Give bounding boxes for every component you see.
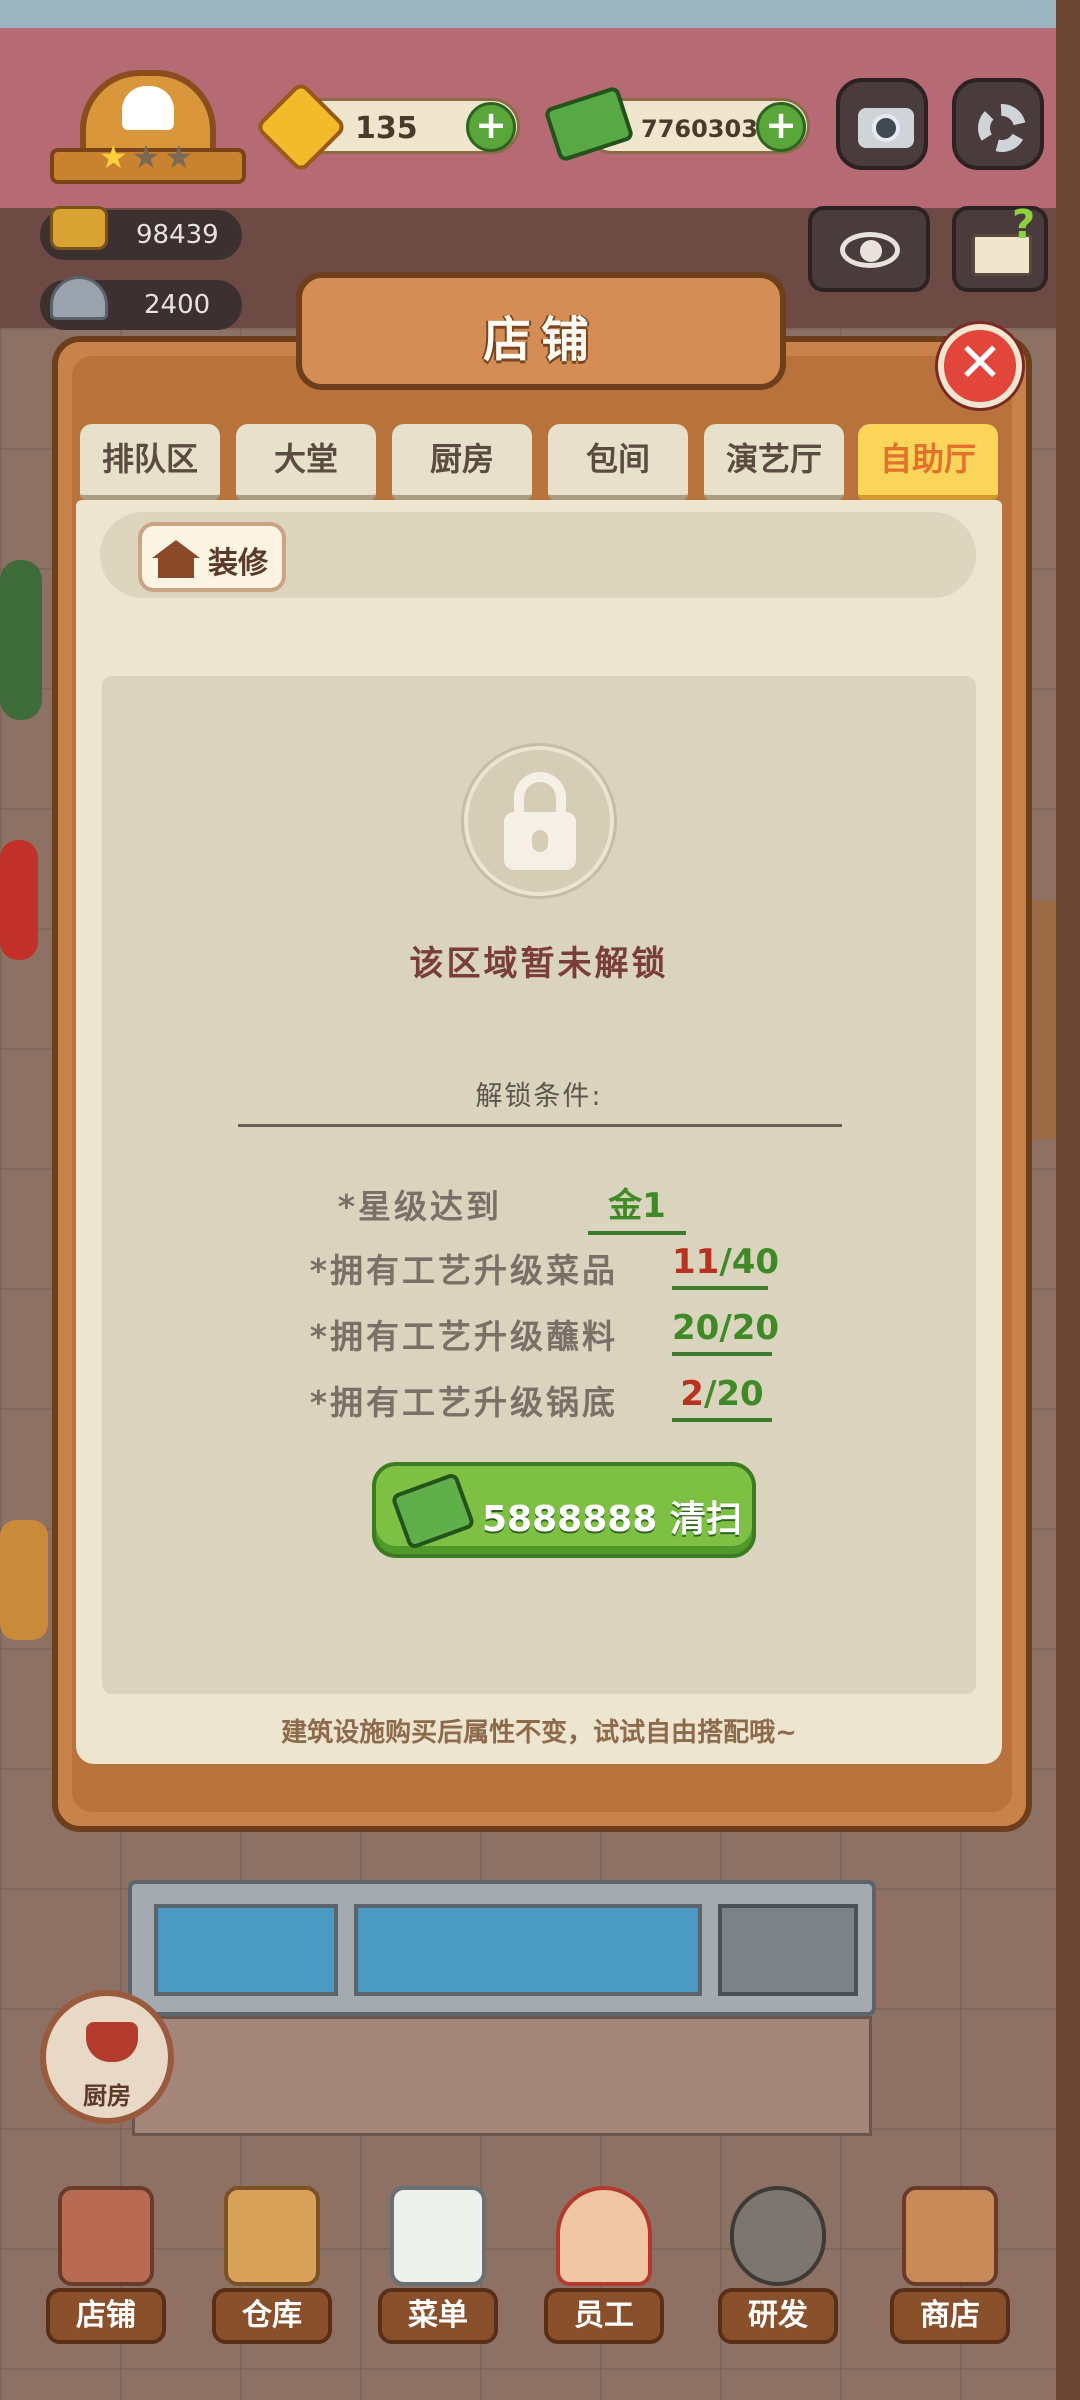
tab-content: 装修 该区域暂未解锁 解锁条件: *星级达到 金1 *拥有工艺升级菜品 11/4… <box>76 500 1002 1764</box>
condition-broth-total: /20 <box>703 1374 764 1414</box>
eye-pupil <box>860 240 882 262</box>
chef-badge-icon[interactable]: ★★★ <box>50 62 246 192</box>
background-sky <box>0 0 1080 28</box>
badge-stars: ★★★ <box>98 138 198 176</box>
add-gems-button[interactable]: + <box>466 102 516 152</box>
tab-kitchen[interactable]: 厨房 <box>392 424 532 500</box>
lock-keyhole <box>532 830 548 852</box>
decorate-button[interactable]: 装修 <box>138 522 286 592</box>
shop-building-icon <box>58 2186 154 2286</box>
condition-sauces-label: *拥有工艺升级蘸料 <box>309 1317 618 1356</box>
locked-area-card: 该区域暂未解锁 解锁条件: *星级达到 金1 *拥有工艺升级菜品 11/40 *… <box>102 676 976 1694</box>
gear-hole <box>992 118 1012 138</box>
cash-icon <box>390 1471 476 1551</box>
sink-basin-middle <box>354 1904 702 1996</box>
kitchen-counter <box>132 2016 872 2136</box>
nav-research-label: 研发 <box>718 2288 838 2344</box>
question-mark-icon: ? <box>1012 202 1036 248</box>
condition-broth-value: 2/20 <box>672 1374 772 1422</box>
add-cash-button[interactable]: + <box>756 102 806 152</box>
conditions-divider <box>238 1124 842 1127</box>
gems-value: 135 <box>355 111 418 146</box>
stat-top-value: 98439 <box>136 220 219 250</box>
house-icon <box>152 540 200 578</box>
nav-staff-label: 员工 <box>544 2288 664 2344</box>
camera-lens <box>872 114 900 142</box>
background-bread <box>0 1520 48 1640</box>
clean-button-label: 5888888 清扫 <box>482 1499 742 1540</box>
condition-sauces-value: 20/20 <box>672 1308 779 1356</box>
research-wok-icon <box>730 2186 826 2286</box>
background-plant <box>0 560 42 720</box>
hotpot-icon <box>50 206 108 250</box>
house-body <box>158 556 194 578</box>
condition-dishes-total: /40 <box>719 1242 780 1282</box>
nav-shop[interactable]: 店铺 <box>40 2178 172 2354</box>
locked-title: 该区域暂未解锁 <box>409 944 669 984</box>
background-pillar <box>1056 0 1080 2400</box>
lock-icon <box>464 746 614 896</box>
nav-store-label: 商店 <box>890 2288 1010 2344</box>
clean-unlock-button[interactable]: 5888888 清扫 <box>372 1462 756 1558</box>
nav-staff[interactable]: 员工 <box>538 2178 670 2354</box>
tab-hall[interactable]: 大堂 <box>236 424 376 500</box>
decorate-label: 装修 <box>208 546 268 581</box>
settings-button[interactable] <box>952 78 1044 170</box>
panel-title-board: 店铺 <box>296 272 786 390</box>
tab-buffet-hall[interactable]: 自助厅 <box>858 424 998 500</box>
conditions-title: 解锁条件: <box>475 1081 603 1112</box>
nav-menu[interactable]: 菜单 <box>372 2178 504 2354</box>
nav-warehouse[interactable]: 仓库 <box>206 2178 338 2354</box>
pot-icon <box>86 2022 138 2062</box>
help-book-button[interactable]: ? <box>952 202 1048 292</box>
staff-chef-icon <box>556 2186 652 2286</box>
nav-store[interactable]: 商店 <box>884 2178 1016 2354</box>
tab-private-room[interactable]: 包间 <box>548 424 688 500</box>
condition-dishes-value: 11/40 <box>672 1242 779 1290</box>
store-stall-icon <box>902 2186 998 2286</box>
nav-shop-label: 店铺 <box>46 2288 166 2344</box>
tab-bar: 排队区 大堂 厨房 包间 演艺厅 自助厅 <box>80 424 1002 500</box>
camera-button[interactable] <box>836 78 928 170</box>
footer-tip: 建筑设施购买后属性不变，试试自由搭配哦~ <box>281 1718 797 1748</box>
nav-menu-label: 菜单 <box>378 2288 498 2344</box>
kitchen-sink <box>128 1880 876 2016</box>
stat-bottom-value: 2400 <box>144 290 211 320</box>
view-toggle-button[interactable] <box>808 206 930 292</box>
panel-title: 店铺 <box>482 312 599 368</box>
condition-dishes-current: 11 <box>672 1242 720 1282</box>
menu-clipboard-icon <box>390 2186 486 2286</box>
background-roses <box>0 840 38 960</box>
condition-broth-label: *拥有工艺升级锅底 <box>309 1383 618 1422</box>
warehouse-boxes-icon <box>224 2186 320 2286</box>
dish-rack <box>718 1904 858 1996</box>
sink-basin-left <box>154 1904 338 1996</box>
condition-star-label: *星级达到 <box>337 1187 502 1226</box>
cash-value: 77603038 <box>641 115 775 143</box>
chef-hat-icon <box>122 86 174 130</box>
condition-broth-current: 2 <box>680 1374 704 1414</box>
nav-research[interactable]: 研发 <box>712 2178 844 2354</box>
condition-dishes-label: *拥有工艺升级菜品 <box>309 1251 618 1290</box>
condition-star-value: 金1 <box>588 1178 686 1235</box>
kitchen-shortcut-label: 厨房 <box>83 2082 131 2110</box>
close-button[interactable]: ✕ <box>938 324 1022 408</box>
tab-queue-area[interactable]: 排队区 <box>80 424 220 500</box>
nav-warehouse-label: 仓库 <box>212 2288 332 2344</box>
kitchen-shortcut-button[interactable]: 厨房 <box>40 1990 174 2124</box>
tab-performance-hall[interactable]: 演艺厅 <box>704 424 844 500</box>
